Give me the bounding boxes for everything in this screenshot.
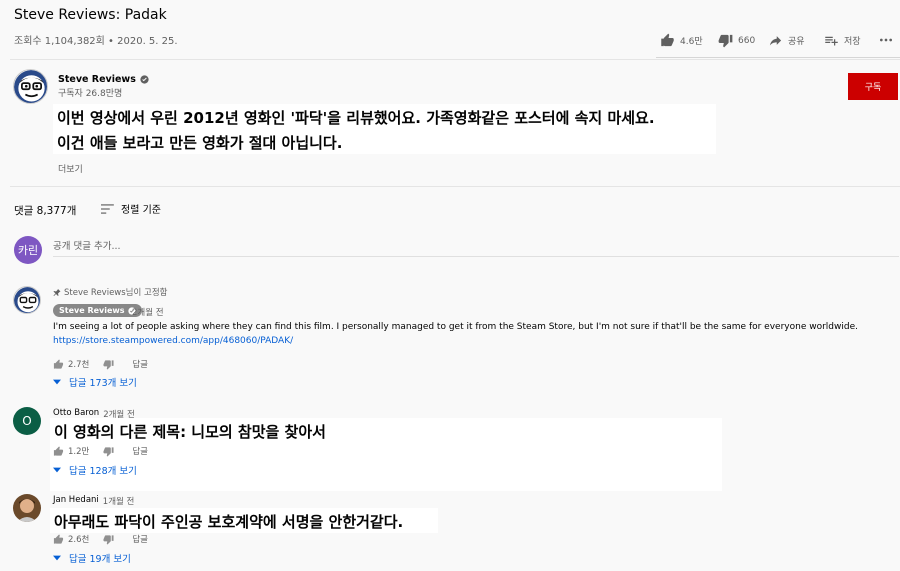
video-meta: 조회수 1,104,382회 • 2020. 5. 25. bbox=[14, 36, 178, 47]
pinned-by-text: Steve Reviews님이 고정함 bbox=[64, 288, 168, 298]
sort-label: 정렬 기준 bbox=[121, 205, 161, 216]
reply-button[interactable]: 답글 bbox=[132, 358, 148, 370]
share-icon bbox=[769, 36, 782, 46]
like-count: 4.6만 bbox=[680, 37, 703, 47]
comment-text: 아무래도 파닥이 주인공 보호계약에 서명을 안한거같다. bbox=[54, 513, 404, 531]
view-replies-button[interactable]: 답글 173개 보기 bbox=[53, 375, 137, 389]
comment-actions: 2.7천 답글 bbox=[53, 358, 148, 370]
comment-like-count: 1.2만 bbox=[68, 447, 90, 457]
more-horizontal-icon bbox=[880, 38, 892, 42]
comment-author-avatar[interactable] bbox=[13, 286, 41, 314]
video-actions-bar: 4.6만 660 공유 저장 bbox=[656, 28, 900, 58]
sort-icon bbox=[101, 203, 114, 214]
dislike-count: 660 bbox=[738, 35, 756, 46]
person-photo-icon bbox=[13, 494, 41, 522]
dislike-button[interactable]: 660 bbox=[718, 33, 755, 48]
save-button[interactable]: 저장 bbox=[824, 33, 861, 48]
pinned-label: Steve Reviews님이 고정함 bbox=[53, 286, 167, 298]
header-divider bbox=[10, 59, 900, 60]
view-replies-label: 답글 19개 보기 bbox=[69, 554, 131, 565]
share-button[interactable]: 공유 bbox=[768, 33, 805, 48]
comment-author: Steve Reviews bbox=[59, 306, 125, 315]
subscribe-button[interactable]: 구독 bbox=[848, 73, 898, 100]
comments-divider bbox=[10, 186, 900, 187]
description-line-1: 이번 영상에서 우린 2012년 영화인 '파닥'을 리뷰했어요. 가족영화같은… bbox=[57, 109, 655, 127]
channel-name[interactable]: Steve Reviews bbox=[58, 74, 136, 85]
thumbs-down-icon bbox=[718, 34, 733, 48]
chevron-down-icon bbox=[53, 379, 61, 385]
add-comment-input[interactable]: 공개 댓글 추가... bbox=[53, 237, 899, 257]
thumbs-down-icon[interactable] bbox=[103, 359, 114, 370]
comment-author[interactable]: Jan Hedani bbox=[53, 495, 99, 507]
channel-avatar[interactable] bbox=[13, 69, 48, 104]
more-actions-button[interactable] bbox=[878, 32, 899, 48]
chevron-down-icon bbox=[53, 555, 61, 561]
view-replies-label: 답글 128개 보기 bbox=[69, 466, 137, 477]
comment-text: 이 영화의 다른 제목: 니모의 참맛을 찾아서 bbox=[54, 423, 326, 441]
author-badge[interactable]: Steve Reviews bbox=[53, 304, 142, 317]
view-replies-button[interactable]: 답글 128개 보기 bbox=[53, 463, 137, 477]
comment-actions: 1.2만 답글 bbox=[53, 445, 148, 457]
reply-button[interactable]: 답글 bbox=[132, 445, 148, 457]
playlist-add-icon bbox=[825, 36, 838, 46]
thumbs-up-icon[interactable] bbox=[53, 358, 64, 370]
thumbs-up-icon bbox=[661, 33, 674, 47]
comment-header: Jan Hedani 1개월 전 bbox=[53, 495, 134, 507]
view-replies-button[interactable]: 답글 19개 보기 bbox=[53, 551, 131, 565]
save-label: 저장 bbox=[844, 37, 861, 47]
thumbs-up-icon[interactable] bbox=[53, 445, 64, 457]
thumbs-up-icon[interactable] bbox=[53, 533, 64, 545]
verified-icon bbox=[140, 75, 149, 84]
comment-time[interactable]: 1개월 전 bbox=[103, 495, 135, 507]
pin-icon bbox=[53, 288, 61, 296]
comment-author-avatar[interactable]: O bbox=[13, 407, 41, 435]
video-title: Steve Reviews: Padak bbox=[14, 7, 167, 23]
comment-link[interactable]: https://store.steampowered.com/app/46806… bbox=[53, 336, 293, 346]
comment-author-avatar[interactable] bbox=[13, 494, 41, 522]
channel-name-row: Steve Reviews bbox=[58, 74, 149, 85]
comment-text: I'm seeing a lot of people asking where … bbox=[53, 322, 858, 332]
steve-cartoon-avatar bbox=[14, 70, 47, 103]
comment-time[interactable]: 2개월 전 bbox=[132, 306, 164, 318]
steve-cartoon-avatar bbox=[14, 287, 40, 313]
user-avatar: 카린 bbox=[14, 236, 42, 264]
share-label: 공유 bbox=[788, 37, 805, 47]
sort-button[interactable]: 정렬 기준 bbox=[101, 201, 161, 216]
like-button[interactable]: 4.6만 bbox=[660, 33, 703, 48]
comment-actions: 2.6천 답글 bbox=[53, 533, 148, 545]
description-line-2: 이건 애들 보라고 만든 영화가 절대 아닙니다. bbox=[57, 134, 343, 152]
comment-text-overlay: 이 영화의 다른 제목: 니모의 참맛을 찾아서 bbox=[50, 418, 722, 491]
comment-like-count: 2.7천 bbox=[68, 360, 90, 370]
show-more-link[interactable]: 더보기 bbox=[58, 162, 83, 175]
reply-button[interactable]: 답글 bbox=[132, 533, 148, 545]
description-box: 이번 영상에서 우린 2012년 영화인 '파닥'을 리뷰했어요. 가족영화같은… bbox=[53, 104, 716, 154]
thumbs-down-icon[interactable] bbox=[103, 534, 114, 545]
comment-count: 댓글 8,377개 bbox=[14, 205, 77, 217]
chevron-down-icon bbox=[53, 467, 61, 473]
thumbs-down-icon[interactable] bbox=[103, 446, 114, 457]
comment-like-count: 2.6천 bbox=[68, 535, 90, 545]
comment-text-overlay: 아무래도 파닥이 주인공 보호계약에 서명을 안한거같다. bbox=[50, 508, 438, 533]
subscriber-count: 구독자 26.8만명 bbox=[58, 89, 123, 99]
view-replies-label: 답글 173개 보기 bbox=[69, 378, 137, 389]
